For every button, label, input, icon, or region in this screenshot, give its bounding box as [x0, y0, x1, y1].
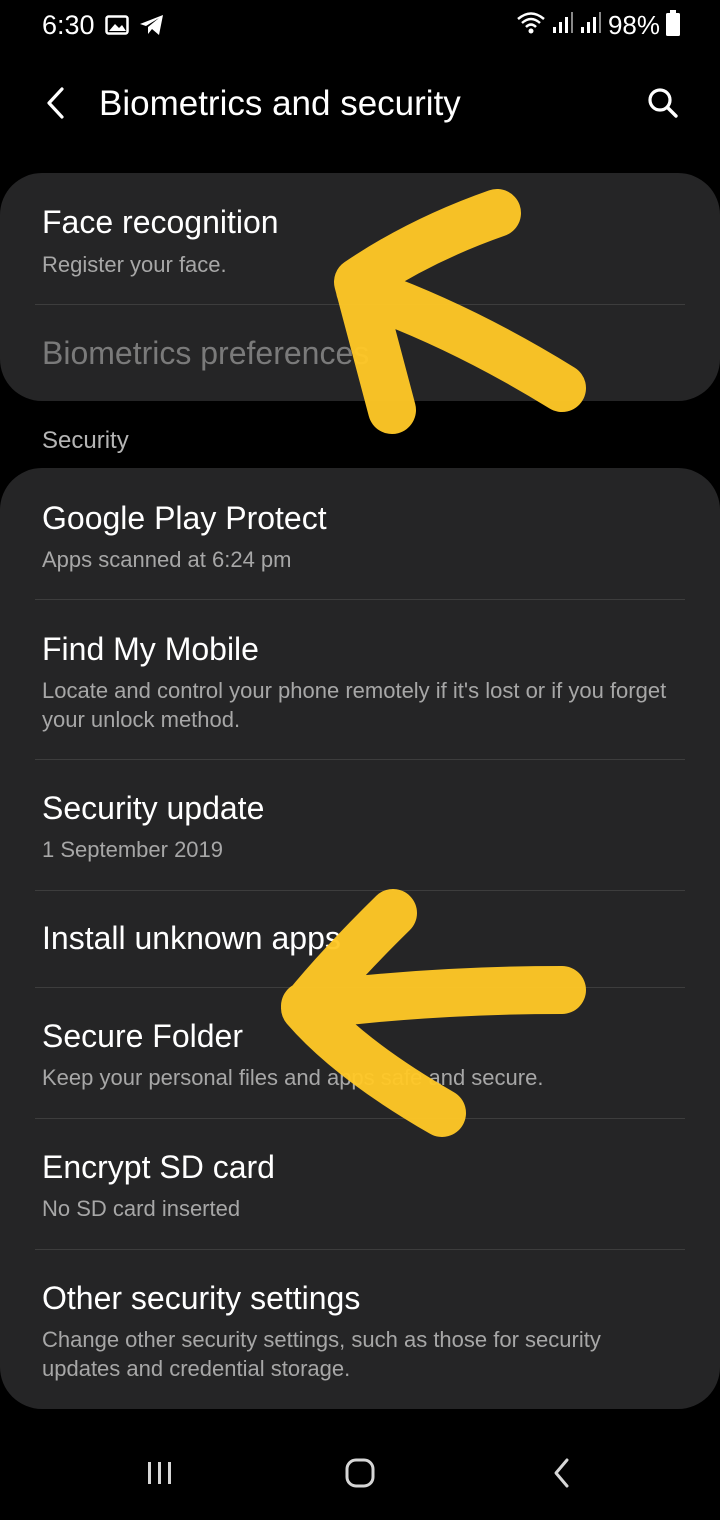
other-security-settings-item[interactable]: Other security settings Change other sec…	[0, 1250, 720, 1409]
item-title: Other security settings	[42, 1280, 361, 1316]
item-title: Secure Folder	[42, 1018, 243, 1054]
item-title: Security update	[42, 790, 265, 826]
install-unknown-apps-item[interactable]: Install unknown apps	[0, 891, 720, 987]
screen: 6:30 98% Biometrics and security Face re…	[0, 0, 720, 1520]
biometrics-preferences-item: Biometrics preferences	[0, 305, 720, 401]
home-button[interactable]	[330, 1450, 390, 1500]
item-subtitle: Apps scanned at 6:24 pm	[42, 547, 292, 572]
item-subtitle: Change other security settings, such as …	[42, 1327, 601, 1381]
signal-icon	[580, 11, 602, 40]
find-my-mobile-item[interactable]: Find My Mobile Locate and control your p…	[0, 600, 720, 759]
wifi-icon	[516, 10, 546, 41]
item-subtitle: Keep your personal files and apps safe a…	[42, 1065, 544, 1090]
item-subtitle: 1 September 2019	[42, 837, 224, 862]
encrypt-sd-card-item[interactable]: Encrypt SD card No SD card inserted	[0, 1119, 720, 1249]
image-icon	[105, 14, 129, 41]
recents-button[interactable]	[130, 1450, 190, 1500]
back-icon	[551, 1457, 573, 1494]
app-bar: Biometrics and security	[0, 70, 720, 140]
status-time: 6:30	[42, 10, 95, 40]
page-title: Biometrics and security	[99, 84, 461, 123]
status-left-icons	[105, 14, 165, 41]
status-right-icons: 98%	[516, 10, 680, 41]
security-card: Google Play Protect Apps scanned at 6:24…	[0, 468, 720, 1409]
item-title: Find My Mobile	[42, 631, 259, 667]
item-subtitle: No SD card inserted	[42, 1196, 241, 1221]
google-play-protect-item[interactable]: Google Play Protect Apps scanned at 6:24…	[0, 468, 720, 599]
item-title: Google Play Protect	[42, 500, 327, 536]
security-update-item[interactable]: Security update 1 September 2019	[0, 760, 720, 890]
search-icon	[646, 86, 680, 125]
signal-icon	[552, 11, 574, 40]
status-bar: 6:30 98%	[0, 0, 720, 56]
back-arrow-icon	[44, 86, 68, 125]
home-icon	[344, 1457, 376, 1494]
search-button[interactable]	[640, 82, 686, 128]
section-header-security: Security	[42, 427, 129, 454]
biometrics-card: Face recognition Register your face. Bio…	[0, 173, 720, 401]
recents-icon	[145, 1459, 175, 1492]
item-title: Install unknown apps	[42, 920, 341, 956]
item-subtitle: Register your face.	[42, 252, 227, 277]
item-title: Encrypt SD card	[42, 1149, 275, 1185]
item-subtitle: Locate and control your phone remotely i…	[42, 678, 667, 732]
nav-back-button[interactable]	[532, 1450, 592, 1500]
secure-folder-item[interactable]: Secure Folder Keep your personal files a…	[0, 988, 720, 1118]
item-title: Biometrics preferences	[42, 335, 370, 371]
navigation-bar	[0, 1430, 720, 1520]
battery-icon	[666, 10, 680, 41]
item-title: Face recognition	[42, 204, 279, 240]
battery-percentage: 98%	[607, 10, 660, 40]
back-button[interactable]	[36, 82, 76, 128]
telegram-icon	[139, 14, 165, 41]
face-recognition-item[interactable]: Face recognition Register your face.	[0, 173, 720, 304]
